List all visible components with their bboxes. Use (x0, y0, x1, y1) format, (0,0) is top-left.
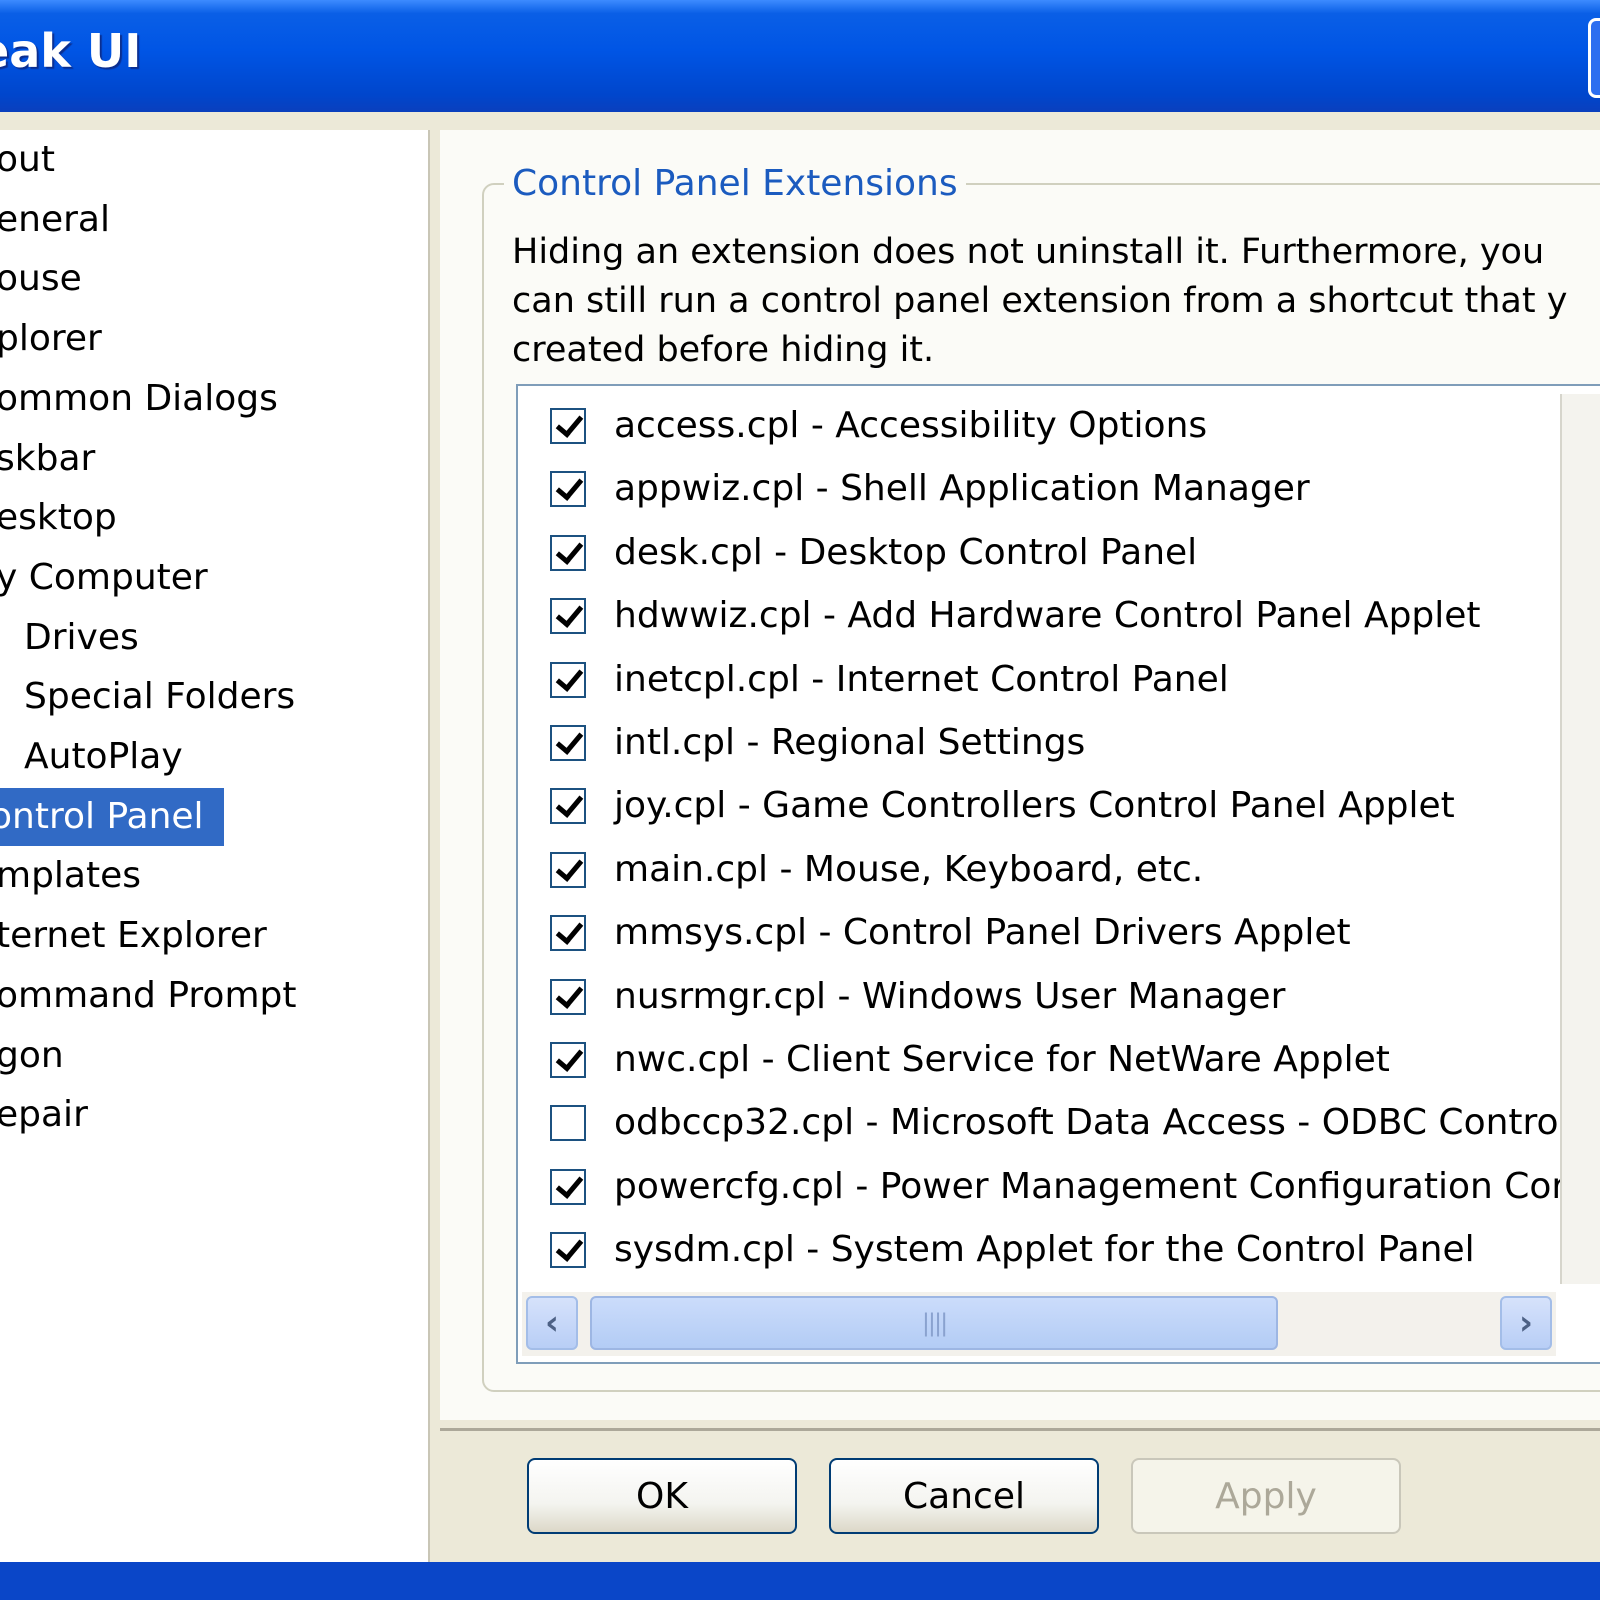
tree-item[interactable]: plorer (0, 310, 102, 368)
title-bar-button[interactable] (1588, 18, 1600, 98)
extension-checkbox[interactable] (550, 788, 586, 825)
window-bottom-border (0, 1562, 1600, 1600)
list-item[interactable]: mmsys.cpl - Control Panel Drivers Applet (518, 901, 1600, 964)
tree-item[interactable]: ternet Explorer (0, 907, 267, 965)
list-item[interactable]: appwiz.cpl - Shell Application Manager (518, 457, 1600, 520)
chevron-left-icon: ‹ (544, 1303, 559, 1343)
vertical-scrollbar[interactable] (1560, 394, 1600, 1284)
extension-checkbox[interactable] (550, 471, 586, 508)
extension-checkbox[interactable] (550, 1168, 586, 1205)
extension-label: intl.cpl - Regional Settings (614, 722, 1086, 763)
tree-item[interactable]: eneral (0, 191, 110, 249)
navigation-tree[interactable]: out eneral ouse plorer ommon Dialogs skbar esk… (0, 130, 430, 1562)
list-item[interactable]: joy.cpl - Game Controllers Control Panel… (518, 774, 1600, 837)
extension-checkbox[interactable] (550, 598, 586, 635)
group-title: Control Panel Extensions (504, 160, 966, 208)
extension-checkbox[interactable] (550, 661, 586, 698)
tree-item[interactable]: esktop (0, 489, 117, 547)
extension-label: powercfg.cpl - Power Management Configur… (614, 1165, 1567, 1207)
extension-label: sysdm.cpl - System Applet for the Contro… (614, 1229, 1475, 1271)
tree-item[interactable]: out (0, 131, 55, 189)
description-line: can still run a control panel extension … (512, 281, 1568, 321)
tree-item[interactable]: gon (0, 1027, 64, 1085)
scroll-left-button[interactable]: ‹ (526, 1296, 578, 1350)
extension-checkbox[interactable] (550, 978, 586, 1015)
tree-item[interactable]: AutoPlay (24, 728, 183, 786)
title-bar[interactable]: eak UI (0, 0, 1600, 112)
extension-checkbox[interactable] (550, 1232, 586, 1269)
extension-checkbox[interactable] (550, 1105, 586, 1142)
extension-checkbox[interactable] (550, 534, 586, 571)
tree-item[interactable]: Drives (24, 609, 139, 667)
extension-label: nusrmgr.cpl - Windows User Manager (614, 975, 1286, 1017)
list-item[interactable]: sysdm.cpl - System Applet for the Contro… (518, 1218, 1600, 1281)
tree-item[interactable]: epair (0, 1086, 88, 1144)
list-item[interactable]: powercfg.cpl - Power Management Configur… (518, 1155, 1600, 1218)
list-item[interactable]: intl.cpl - Regional Settings (518, 711, 1600, 774)
list-item[interactable]: nwc.cpl - Client Service for NetWare App… (518, 1028, 1600, 1091)
extensions-list[interactable]: access.cpl - Accessibility Options appwiz… (516, 384, 1600, 1364)
tree-item[interactable]: skbar (0, 430, 95, 488)
extension-label: nwc.cpl - Client Service for NetWare App… (614, 1039, 1390, 1080)
extension-label: mmsys.cpl - Control Panel Drivers Applet (614, 912, 1351, 954)
extension-checkbox[interactable] (550, 1042, 586, 1078)
apply-button[interactable]: Apply (1131, 1458, 1401, 1534)
list-item[interactable]: main.cpl - Mouse, Keyboard, etc. (518, 838, 1600, 901)
grip-icon: |||| (921, 1309, 948, 1337)
description-text: Hiding an extension does not uninstall i… (512, 228, 1600, 378)
extension-label: access.cpl - Accessibility Options (614, 405, 1208, 446)
list-item[interactable]: nusrmgr.cpl - Windows User Manager (518, 965, 1600, 1028)
tree-item[interactable]: ommand Prompt (0, 967, 296, 1025)
scroll-right-button[interactable]: › (1500, 1296, 1552, 1350)
tree-item[interactable]: ontrol Panel (0, 787, 224, 846)
button-separator (440, 1428, 1600, 1431)
horizontal-scrollbar[interactable]: ‹ |||| › (522, 1292, 1556, 1356)
tweakui-window: eak UI outeneralouseplorerommon Dialogss… (0, 0, 1600, 1600)
tree-item[interactable]: mplates (0, 847, 141, 905)
extension-label: main.cpl - Mouse, Keyboard, etc. (614, 848, 1204, 890)
tree-item[interactable]: y Computer (0, 549, 208, 607)
list-item[interactable]: access.cpl - Accessibility Options (518, 394, 1600, 457)
ok-button[interactable]: OK (527, 1458, 797, 1534)
tree-item[interactable]: Special Folders (24, 668, 295, 726)
window-title: eak UI (0, 24, 142, 78)
extension-label: joy.cpl - Game Controllers Control Panel… (614, 785, 1455, 827)
chevron-right-icon: › (1518, 1303, 1533, 1343)
tree-item[interactable]: ommon Dialogs (0, 370, 278, 428)
cancel-button[interactable]: Cancel (829, 1458, 1099, 1534)
extension-label: odbccp32.cpl - Microsoft Data Access - O… (614, 1102, 1559, 1144)
tree-item[interactable]: ouse (0, 250, 82, 308)
description-line: created before hiding it. (512, 330, 935, 370)
extension-label: appwiz.cpl - Shell Application Manager (614, 468, 1310, 510)
extension-label: desk.cpl - Desktop Control Panel (614, 531, 1198, 573)
list-item[interactable]: inetcpl.cpl - Internet Control Panel (518, 648, 1600, 711)
description-line: Hiding an extension does not uninstall i… (512, 232, 1545, 272)
list-item[interactable]: desk.cpl - Desktop Control Panel (518, 521, 1600, 584)
extension-checkbox[interactable] (550, 408, 586, 444)
extension-checkbox[interactable] (550, 851, 586, 888)
extension-checkbox[interactable] (550, 725, 586, 761)
scroll-thumb[interactable]: |||| (590, 1296, 1278, 1350)
list-item[interactable]: odbccp32.cpl - Microsoft Data Access - O… (518, 1091, 1600, 1154)
extension-label: inetcpl.cpl - Internet Control Panel (614, 658, 1229, 700)
extension-checkbox[interactable] (550, 915, 586, 952)
extension-label: hdwwiz.cpl - Add Hardware Control Panel … (614, 595, 1481, 637)
list-item[interactable]: hdwwiz.cpl - Add Hardware Control Panel … (518, 584, 1600, 647)
